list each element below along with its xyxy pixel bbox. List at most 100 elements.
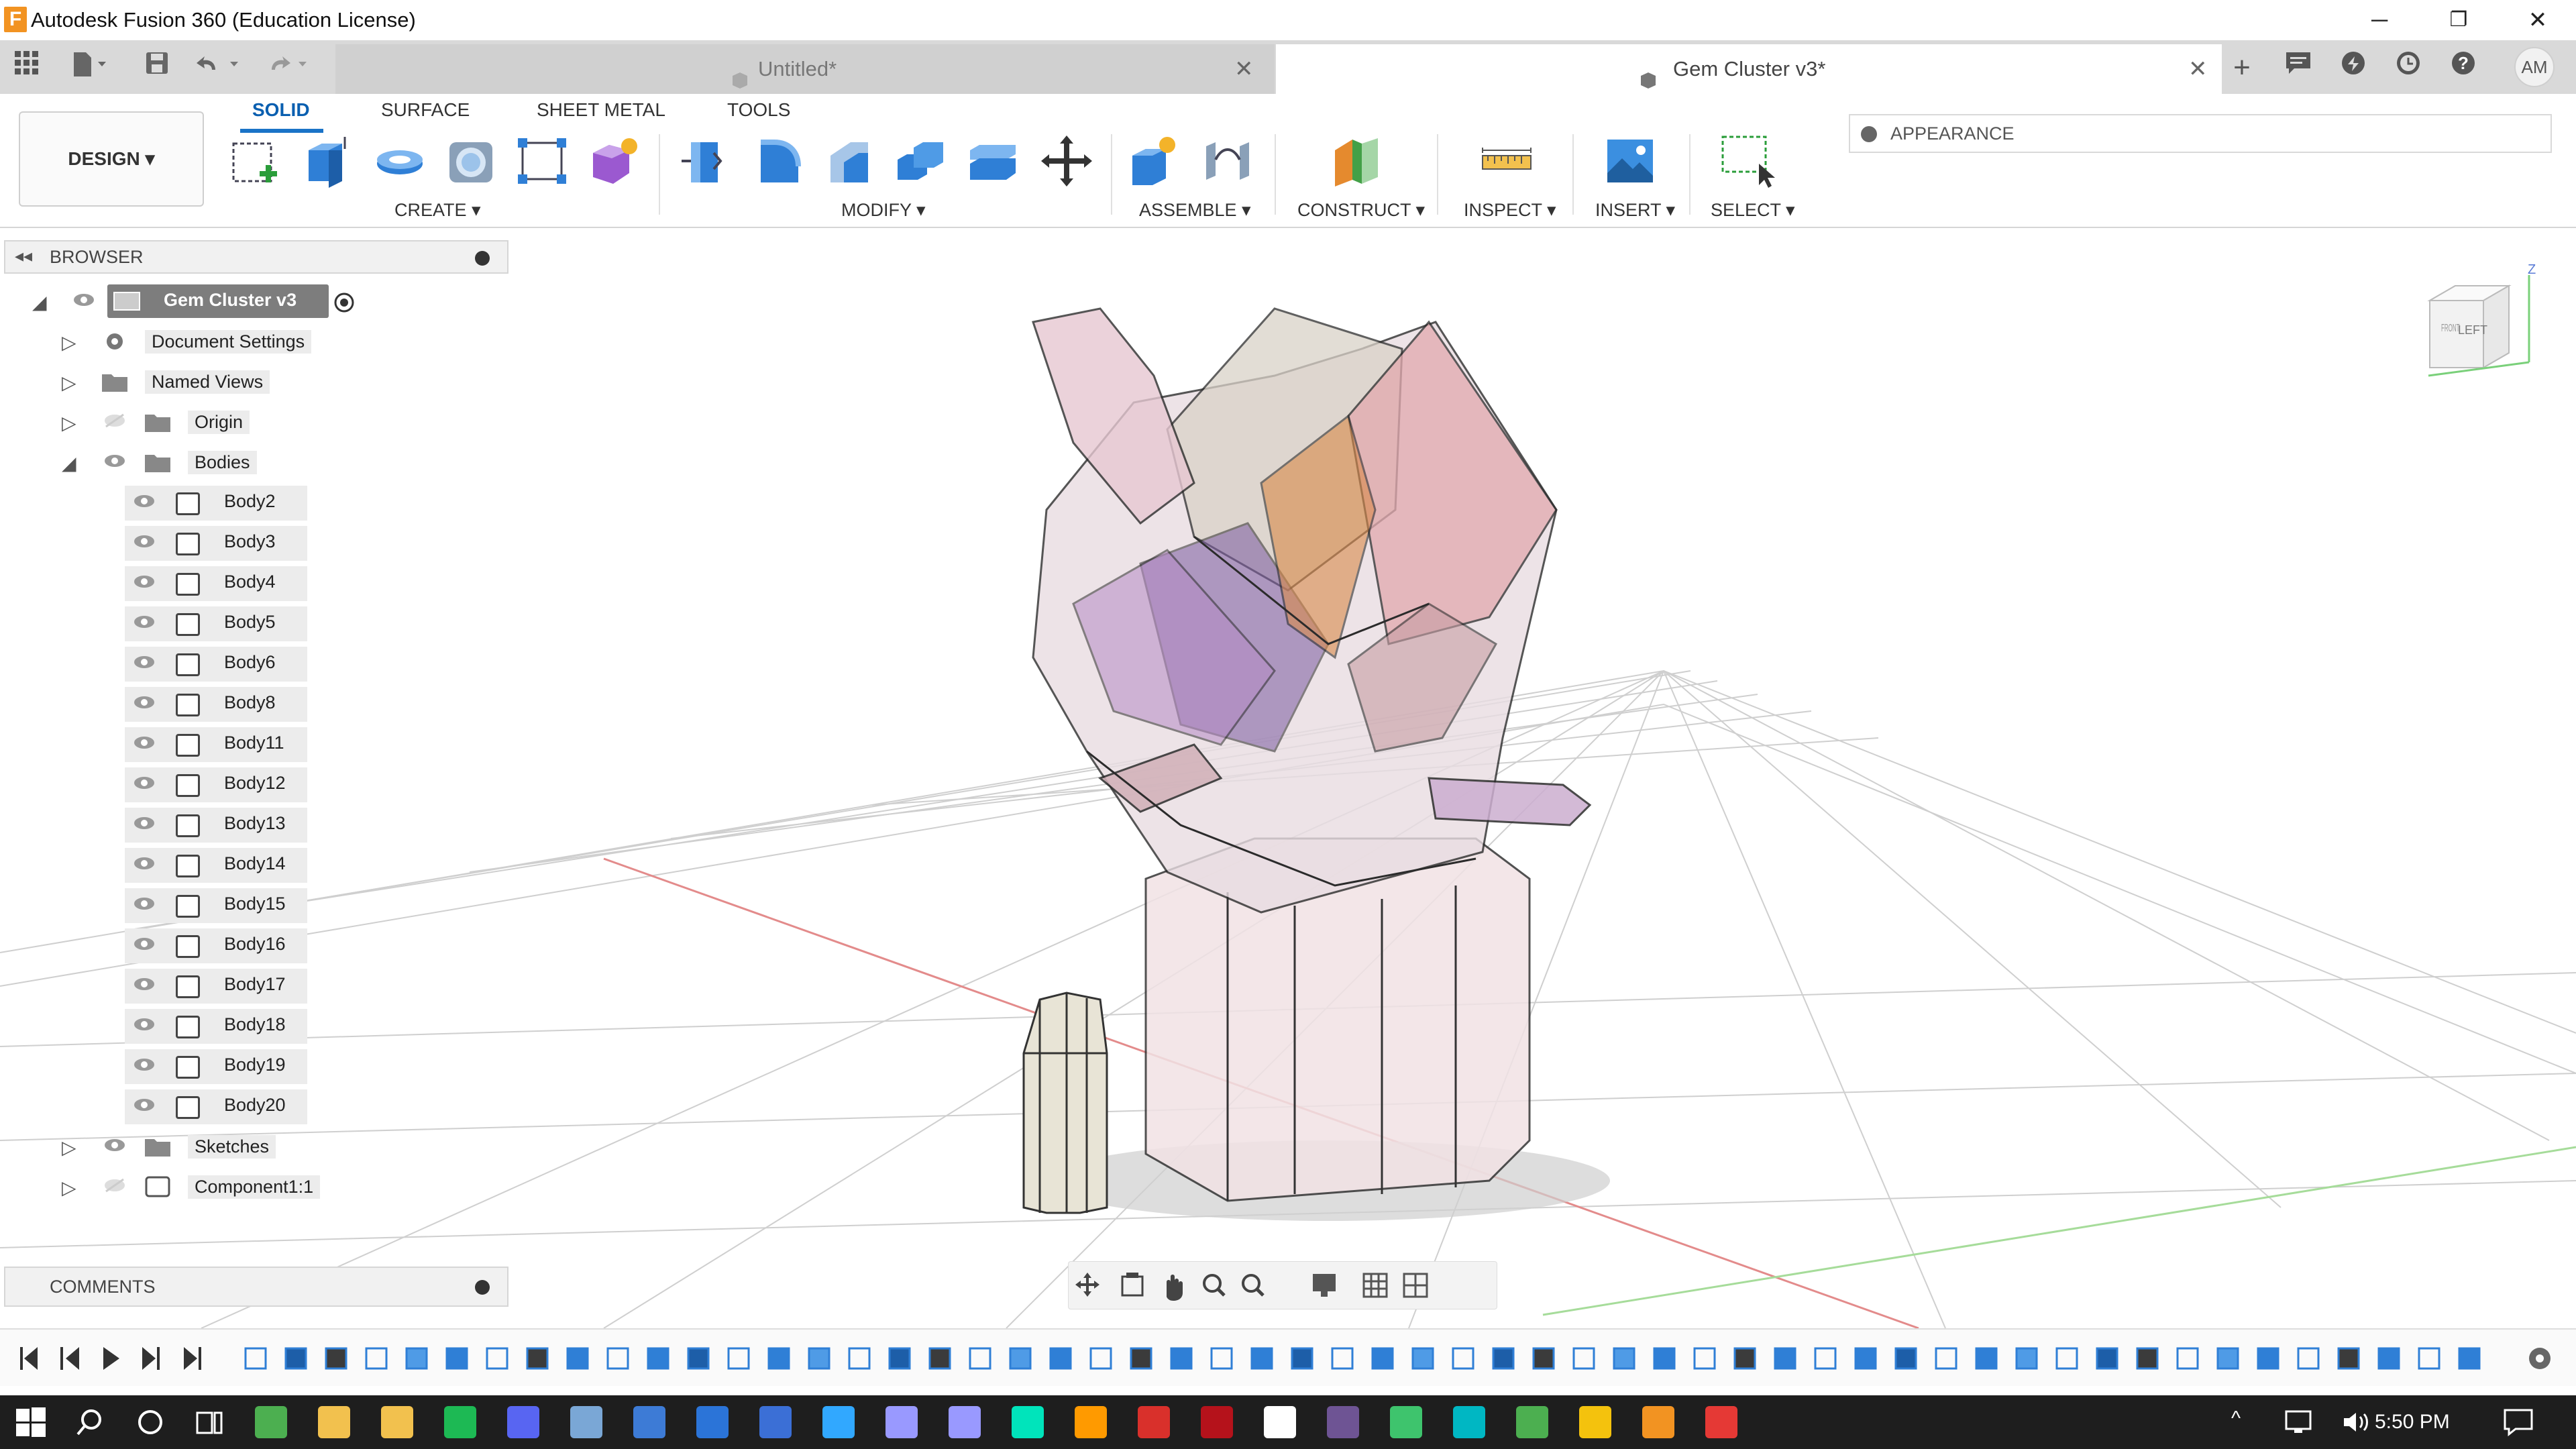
timeline-feature-icon[interactable] <box>1653 1347 1676 1370</box>
taskbar-app-icon[interactable] <box>444 1406 476 1438</box>
visibility-eye-icon[interactable] <box>133 936 156 951</box>
timeline-feature-icon[interactable] <box>1331 1347 1354 1370</box>
taskbar-app-icon[interactable] <box>1705 1406 1737 1438</box>
tab-untitled-close-icon[interactable]: ✕ <box>1234 44 1254 94</box>
collapse-triangle-icon[interactable]: ◢ <box>62 452 76 474</box>
timeline-feature-icon[interactable] <box>1613 1347 1635 1370</box>
minimize-button[interactable]: ─ <box>2340 0 2419 40</box>
timeline-feature-icon[interactable] <box>325 1347 347 1370</box>
taskbar-app-icon[interactable] <box>1327 1406 1359 1438</box>
timeline-feature-icon[interactable] <box>365 1347 388 1370</box>
inspect-group-label[interactable]: INSPECT ▾ <box>1464 200 1556 221</box>
tree-item-body[interactable]: Body14 <box>0 845 510 885</box>
construct-group-label[interactable]: CONSTRUCT ▾ <box>1297 200 1425 221</box>
visibility-eye-icon[interactable] <box>133 896 156 911</box>
visibility-eye-icon[interactable] <box>103 453 126 468</box>
timeline-previous-icon[interactable] <box>60 1347 79 1370</box>
taskbar-app-icon[interactable] <box>633 1406 665 1438</box>
create-group-label[interactable]: CREATE ▾ <box>394 200 481 221</box>
tab-tools[interactable]: TOOLS <box>727 99 790 121</box>
timeline-feature-icon[interactable] <box>2136 1347 2159 1370</box>
timeline-settings-gear-icon[interactable] <box>2529 1348 2551 1369</box>
visibility-eye-icon[interactable] <box>133 775 156 790</box>
notifications-chat-icon[interactable] <box>2278 50 2318 86</box>
timeline-feature-icon[interactable] <box>566 1347 589 1370</box>
timeline-feature-icon[interactable] <box>808 1347 830 1370</box>
timeline-feature-icon[interactable] <box>606 1347 629 1370</box>
timeline-feature-icon[interactable] <box>1935 1347 1957 1370</box>
orbit-icon[interactable] <box>1075 1273 1099 1297</box>
timeline-feature-icon[interactable] <box>647 1347 669 1370</box>
network-icon[interactable] <box>2284 1409 2313 1436</box>
timeline-feature-icon[interactable] <box>1814 1347 1837 1370</box>
window-select-icon[interactable] <box>1719 133 1775 189</box>
job-status-icon[interactable] <box>2333 50 2373 86</box>
timeline-feature-icon[interactable] <box>526 1347 549 1370</box>
tab-sheet-metal[interactable]: SHEET METAL <box>537 99 665 121</box>
close-window-button[interactable]: ✕ <box>2498 0 2576 40</box>
taskbar-app-icon[interactable] <box>1012 1406 1044 1438</box>
timeline-play-icon[interactable] <box>103 1347 119 1370</box>
timeline-feature-icon[interactable] <box>888 1347 911 1370</box>
tree-item-body[interactable]: Body17 <box>0 966 510 1006</box>
timeline-feature-icon[interactable] <box>1130 1347 1152 1370</box>
grid-settings-icon[interactable] <box>1362 1273 1388 1298</box>
timeline-first-icon[interactable] <box>20 1347 38 1370</box>
visibility-eye-icon[interactable] <box>133 494 156 508</box>
timeline-feature-icon[interactable] <box>727 1347 750 1370</box>
timeline-feature-icon[interactable] <box>1371 1347 1394 1370</box>
tree-item-component[interactable]: ▷ Component1:1 <box>0 1167 510 1208</box>
timeline-feature-icon[interactable] <box>2458 1347 2481 1370</box>
tree-item-sketches[interactable]: ▷ Sketches <box>0 1127 510 1167</box>
expand-triangle-icon[interactable]: ▷ <box>62 372 76 394</box>
tree-item-bodies[interactable]: ◢ Bodies <box>0 443 510 483</box>
tree-root-row[interactable]: ◢ Gem Cluster v3 <box>0 282 510 322</box>
tree-item-named-views[interactable]: ▷ Named Views <box>0 362 510 402</box>
create-form-icon[interactable] <box>585 133 641 189</box>
look-at-icon[interactable] <box>1121 1273 1144 1297</box>
move-copy-icon[interactable] <box>1038 133 1095 189</box>
action-center-icon[interactable] <box>2502 1407 2534 1437</box>
workspace-switcher-button[interactable]: DESIGN ▾ <box>19 111 204 207</box>
viewports-icon[interactable] <box>1403 1273 1428 1298</box>
visibility-eye-icon[interactable] <box>133 1057 156 1072</box>
timeline-feature-icon[interactable] <box>2015 1347 2038 1370</box>
timeline-feature-icon[interactable] <box>2337 1347 2360 1370</box>
taskbar-app-icon[interactable] <box>1453 1406 1485 1438</box>
taskbar-app-icon[interactable] <box>507 1406 539 1438</box>
timeline-feature-icon[interactable] <box>2297 1347 2320 1370</box>
save-icon[interactable] <box>140 50 174 85</box>
timeline-feature-icon[interactable] <box>1291 1347 1313 1370</box>
timeline-feature-icon[interactable] <box>1492 1347 1515 1370</box>
visibility-eye-icon[interactable] <box>133 1017 156 1032</box>
fillet-icon[interactable] <box>750 133 806 189</box>
tree-item-body[interactable]: Body18 <box>0 1006 510 1046</box>
taskbar-clock[interactable]: 5:50 PM <box>2375 1405 2450 1440</box>
timeline-feature-icon[interactable] <box>1170 1347 1193 1370</box>
timeline-feature-icon[interactable] <box>2257 1347 2279 1370</box>
help-icon[interactable]: ? <box>2443 50 2483 86</box>
taskbar-app-icon[interactable] <box>1579 1406 1611 1438</box>
pattern-icon[interactable] <box>514 133 570 189</box>
tree-item-body[interactable]: Body6 <box>0 644 510 684</box>
measure-icon[interactable] <box>1479 133 1535 189</box>
restore-button[interactable]: ❐ <box>2419 0 2498 40</box>
chamfer-icon[interactable] <box>821 133 877 189</box>
appearance-panel[interactable]: APPEARANCE <box>1849 114 2552 153</box>
timeline-feature-icon[interactable] <box>2216 1347 2239 1370</box>
timeline-features[interactable] <box>244 1347 2481 1370</box>
search-icon[interactable] <box>75 1407 105 1437</box>
taskbar-app-icon[interactable] <box>381 1406 413 1438</box>
windows-start-icon[interactable] <box>16 1407 46 1437</box>
timeline-feature-icon[interactable] <box>1452 1347 1474 1370</box>
taskbar-app-icon[interactable] <box>1390 1406 1422 1438</box>
timeline-feature-icon[interactable] <box>1693 1347 1716 1370</box>
visibility-eye-icon[interactable] <box>133 695 156 710</box>
timeline-next-icon[interactable] <box>142 1347 160 1370</box>
visibility-eye-icon[interactable] <box>133 614 156 629</box>
pan-hand-icon[interactable] <box>1167 1275 1183 1301</box>
timeline-feature-icon[interactable] <box>244 1347 267 1370</box>
timeline-feature-icon[interactable] <box>1894 1347 1917 1370</box>
taskbar-app-icon[interactable] <box>318 1406 350 1438</box>
joint-icon[interactable] <box>1199 133 1256 189</box>
